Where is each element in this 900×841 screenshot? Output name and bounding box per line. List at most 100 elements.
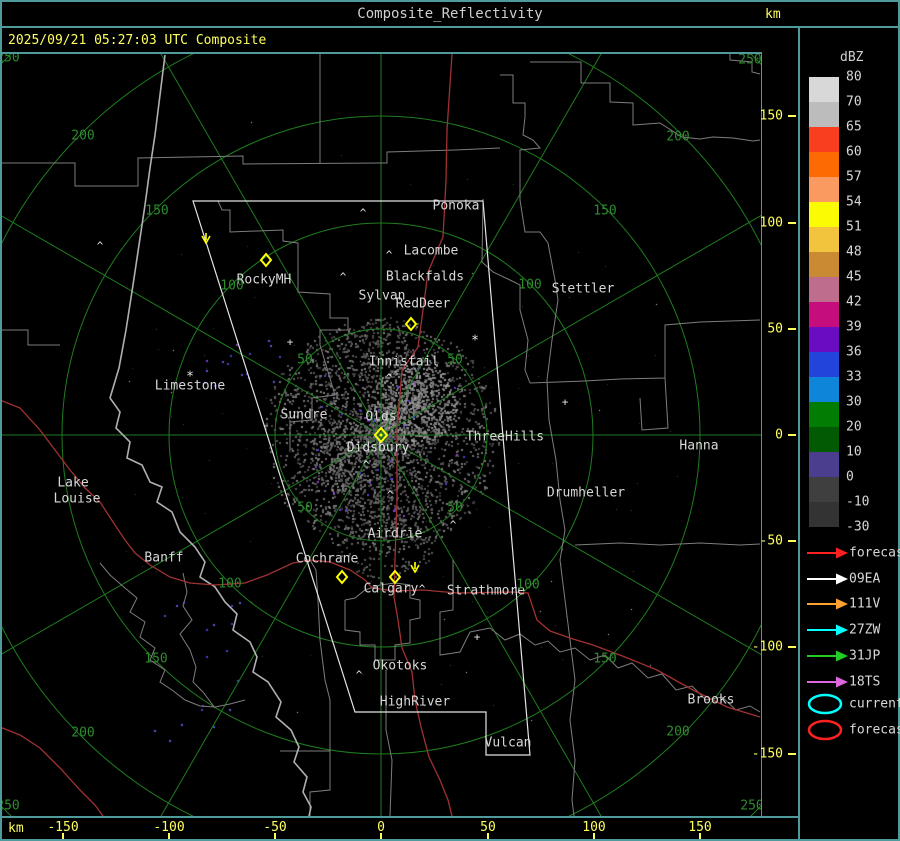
- colorbar-value-label: 42: [846, 294, 862, 310]
- colorbar-value-label: 54: [846, 194, 862, 210]
- range-ring-label: 100: [218, 576, 242, 592]
- city-label: Drumheller: [546, 485, 626, 501]
- colorbar-value-label: 0: [846, 469, 854, 485]
- status-row: 2025/09/21 05:27:03 UTC Composite: [0, 28, 798, 52]
- right-axis-label: -100: [751, 639, 783, 655]
- city-label: Lacombe: [403, 243, 459, 259]
- range-ring-label: 100: [516, 577, 540, 593]
- range-ring-label: 200: [71, 725, 95, 741]
- title-text: Composite_Reflectivity: [357, 6, 543, 22]
- county-boundary: [439, 560, 471, 656]
- colorbar-value-label: -10: [846, 494, 870, 510]
- county-boundary: [574, 542, 761, 546]
- colorbar-value-label: 80: [846, 69, 862, 85]
- caret-marker: ^: [385, 371, 393, 385]
- bottom-axis-unit: km: [8, 821, 24, 836]
- city-label: Calgary: [363, 581, 419, 597]
- city-label: Airdrie: [367, 526, 423, 542]
- range-ring-label: 150: [593, 651, 617, 667]
- track-ellipse-icon: [807, 693, 843, 715]
- bottom-axis-tick: [168, 833, 170, 839]
- range-ring-label: 150: [145, 203, 169, 219]
- colorbar-value-label: 60: [846, 144, 862, 160]
- city-label: Okotoks: [372, 658, 428, 674]
- city-label: Innisfail: [368, 354, 440, 370]
- track-arrow-icon: [807, 547, 848, 559]
- track-arrow-icon: [807, 624, 848, 636]
- city-label: Blackfalds: [385, 269, 465, 285]
- colorbar-swatch: [809, 427, 839, 452]
- bottom-axis-tick: [699, 833, 701, 839]
- colorbar-value-label: 51: [846, 219, 862, 235]
- radar-map-surface[interactable]: Ponoka Lacombe Blackfalds Sylvan RedDeer Rock…: [2, 54, 761, 816]
- colorbar-value-label: 45: [846, 269, 862, 285]
- right-axis: 150 100 50 0 -50 -100 -150: [752, 54, 798, 816]
- colorbar-value-label: 65: [846, 119, 862, 135]
- city-label: HighRiver: [379, 694, 451, 710]
- colorbar-value-label: 57: [846, 169, 862, 185]
- colorbar-title: dBZ: [840, 50, 864, 65]
- caret-marker: ^: [339, 270, 347, 284]
- colorbar-swatch: [809, 502, 839, 527]
- colorbar-value-label: 36: [846, 344, 862, 360]
- colorbar-swatch: [809, 352, 839, 377]
- track-arrow-icon: [807, 573, 848, 585]
- range-ring-label: 50: [297, 352, 313, 368]
- radar-center-dot: [379, 433, 383, 437]
- city-label: Cochrane: [295, 551, 359, 567]
- county-boundary: [2, 147, 501, 187]
- colorbar-value-label: 39: [846, 319, 862, 335]
- track-label: forecast: [849, 545, 900, 561]
- range-ring-label: 100: [220, 278, 244, 294]
- colorbar-swatch: [809, 277, 839, 302]
- caret-marker: ^: [355, 668, 363, 682]
- right-axis-tick: [788, 222, 796, 224]
- range-ring-label: 250: [740, 798, 761, 814]
- track-label: 31JP: [849, 648, 881, 664]
- caret-marker: ^: [449, 518, 457, 532]
- range-ring-label: 250: [2, 798, 20, 814]
- colorbar-swatch: [809, 452, 839, 477]
- right-axis-label: 150: [759, 108, 783, 124]
- city-label: Louise: [53, 491, 101, 507]
- range-radial: [2, 215, 382, 436]
- range-radial: [380, 434, 761, 655]
- city-label: Strathmore: [446, 583, 526, 599]
- colorbar-swatch: [809, 302, 839, 327]
- site-diamond-marker: [259, 252, 273, 268]
- range-radial: [160, 434, 382, 816]
- range-ring-label: 50: [447, 352, 463, 368]
- range-ring-label: 250: [738, 54, 761, 68]
- colorbar-swatch: [809, 102, 839, 127]
- track-label: 111V: [849, 596, 881, 612]
- caret-marker: ^: [96, 239, 104, 253]
- colorbar-swatch: [809, 402, 839, 427]
- colorbar-value-label: 70: [846, 94, 862, 110]
- right-axis-tick: [788, 646, 796, 648]
- right-axis-label: -50: [759, 533, 783, 549]
- colorbar-value-label: 10: [846, 444, 862, 460]
- caret-marker: ^: [418, 582, 426, 596]
- right-axis-tick: [788, 434, 796, 436]
- bottom-axis: km -150 -100 -50 0 50 100 150: [0, 818, 798, 839]
- right-axis-tick: [788, 540, 796, 542]
- city-label: Didsbury: [346, 440, 410, 456]
- city-label: Sundre: [280, 407, 328, 423]
- range-ring-label: 250: [2, 54, 20, 66]
- range-ring-label: 200: [666, 129, 690, 145]
- city-label: Ponoka: [432, 198, 480, 214]
- county-boundary: [385, 670, 393, 816]
- caret-marker: ^: [385, 248, 393, 262]
- colorbar-value-label: 30: [846, 394, 862, 410]
- plus-marker: +: [561, 395, 569, 409]
- colorbar-swatch: [809, 152, 839, 177]
- site-diamond-marker: [335, 569, 349, 585]
- star-marker: *: [471, 333, 479, 349]
- colorbar-swatch: [809, 127, 839, 152]
- county-boundary: [179, 572, 216, 709]
- range-ring-label: 200: [666, 724, 690, 740]
- wind-arrow-marker: [410, 562, 420, 574]
- city-label: RedDeer: [395, 296, 451, 312]
- track-arrow-icon: [807, 598, 848, 610]
- track-arrow-icon: [807, 650, 848, 662]
